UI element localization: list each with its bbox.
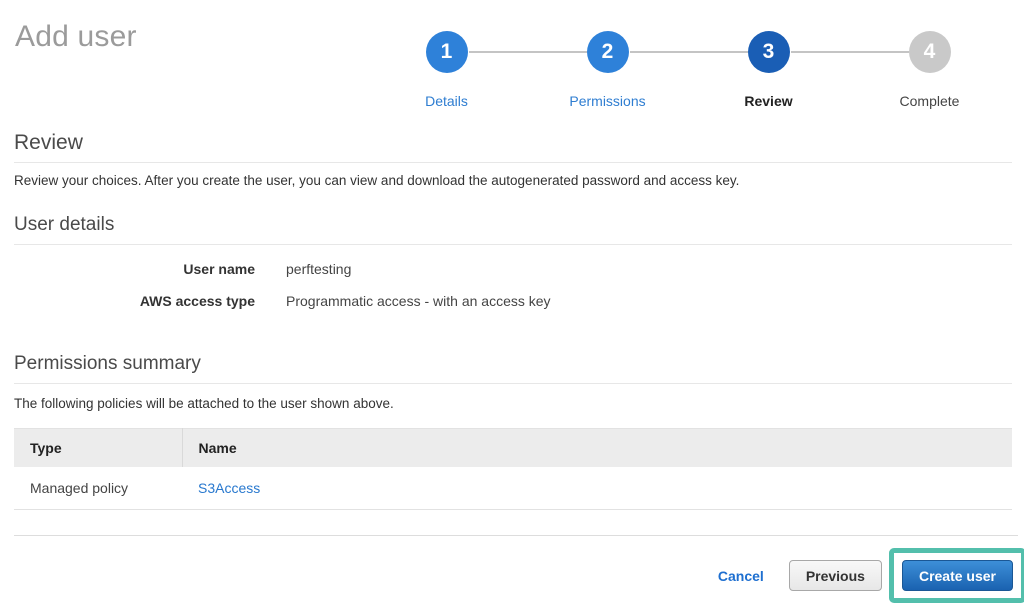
- column-header-name: Name: [182, 429, 1012, 468]
- step-label: Details: [425, 93, 468, 109]
- step-label: Review: [744, 93, 792, 109]
- add-user-wizard-page: Add user 1 Details 2 Permissions 3 Revie…: [0, 0, 1024, 607]
- step-circle: 2: [587, 31, 629, 73]
- field-row-user-name: User name perftesting: [14, 253, 1012, 285]
- review-heading: Review: [14, 131, 1012, 163]
- step-label: Complete: [900, 93, 960, 109]
- step-details[interactable]: 1 Details: [366, 31, 527, 109]
- policy-name-cell: S3Access: [182, 467, 1012, 510]
- field-value: perftesting: [286, 261, 351, 277]
- policy-name-link[interactable]: S3Access: [198, 480, 260, 496]
- step-complete: 4 Complete: [849, 31, 1010, 109]
- wizard-stepper: 1 Details 2 Permissions 3 Review 4 Compl…: [366, 31, 1010, 109]
- permissions-summary-description: The following policies will be attached …: [14, 396, 1012, 411]
- policies-table: Type Name Managed policy S3Access: [14, 428, 1012, 510]
- field-row-aws-access-type: AWS access type Programmatic access - wi…: [14, 285, 1012, 317]
- review-section: Review Review your choices. After you cr…: [14, 131, 1012, 510]
- step-review: 3 Review: [688, 31, 849, 109]
- page-title: Add user: [15, 20, 137, 54]
- column-header-type: Type: [14, 429, 182, 468]
- step-label: Permissions: [569, 93, 645, 109]
- create-user-highlight-box: Create user: [889, 548, 1024, 603]
- wizard-footer: Cancel Previous Create user: [14, 535, 1018, 603]
- footer-buttons: Cancel Previous Create user: [14, 548, 1018, 603]
- user-details-heading: User details: [14, 214, 1012, 245]
- table-header-row: Type Name: [14, 429, 1012, 468]
- user-details-fields: User name perftesting AWS access type Pr…: [14, 253, 1012, 317]
- policy-type-cell: Managed policy: [14, 467, 182, 510]
- review-description: Review your choices. After you create th…: [14, 173, 1012, 188]
- previous-button[interactable]: Previous: [789, 560, 882, 591]
- permissions-summary-heading: Permissions summary: [14, 353, 1012, 384]
- cancel-button[interactable]: Cancel: [718, 568, 764, 584]
- step-circle: 1: [426, 31, 468, 73]
- table-row: Managed policy S3Access: [14, 467, 1012, 510]
- create-user-button[interactable]: Create user: [902, 560, 1013, 591]
- step-circle: 4: [909, 31, 951, 73]
- step-permissions[interactable]: 2 Permissions: [527, 31, 688, 109]
- field-label: AWS access type: [14, 293, 255, 309]
- field-value: Programmatic access - with an access key: [286, 293, 551, 309]
- field-label: User name: [14, 261, 255, 277]
- step-circle: 3: [748, 31, 790, 73]
